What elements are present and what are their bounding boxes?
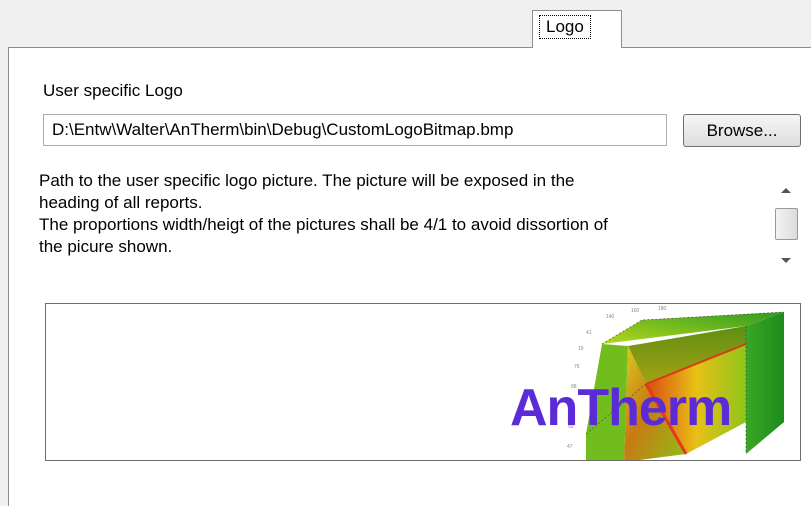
tab-logo[interactable]: Logo (532, 10, 622, 48)
svg-text:76: 76 (574, 364, 580, 370)
svg-text:47: 47 (567, 444, 573, 450)
browse-button[interactable]: Browse... (683, 114, 801, 147)
logo-text: AnTherm (510, 379, 732, 437)
description-text: Path to the user specific logo picture. … (39, 171, 608, 256)
svg-text:160: 160 (631, 308, 640, 314)
tab-strip (0, 0, 811, 47)
tab-logo-label: Logo (539, 15, 591, 39)
scroll-thumb[interactable] (775, 208, 798, 240)
svg-text:19: 19 (578, 346, 584, 352)
logo-tab-page: User specific Logo Browse... Path to the… (8, 47, 811, 506)
svg-text:180: 180 (658, 306, 667, 312)
user-logo-label: User specific Logo (43, 81, 183, 100)
scroll-down-arrow-icon[interactable] (781, 258, 791, 263)
description-box: Path to the user specific logo picture. … (39, 170, 779, 280)
logo-preview: 41 19 76 88 71 55 47 140 160 180 AnTherm (45, 303, 801, 461)
scroll-up-arrow-icon[interactable] (781, 188, 791, 193)
description-scrollbar[interactable] (775, 172, 800, 276)
svg-text:140: 140 (606, 314, 615, 320)
svg-text:41: 41 (586, 330, 592, 336)
logo-path-input[interactable] (43, 114, 667, 146)
